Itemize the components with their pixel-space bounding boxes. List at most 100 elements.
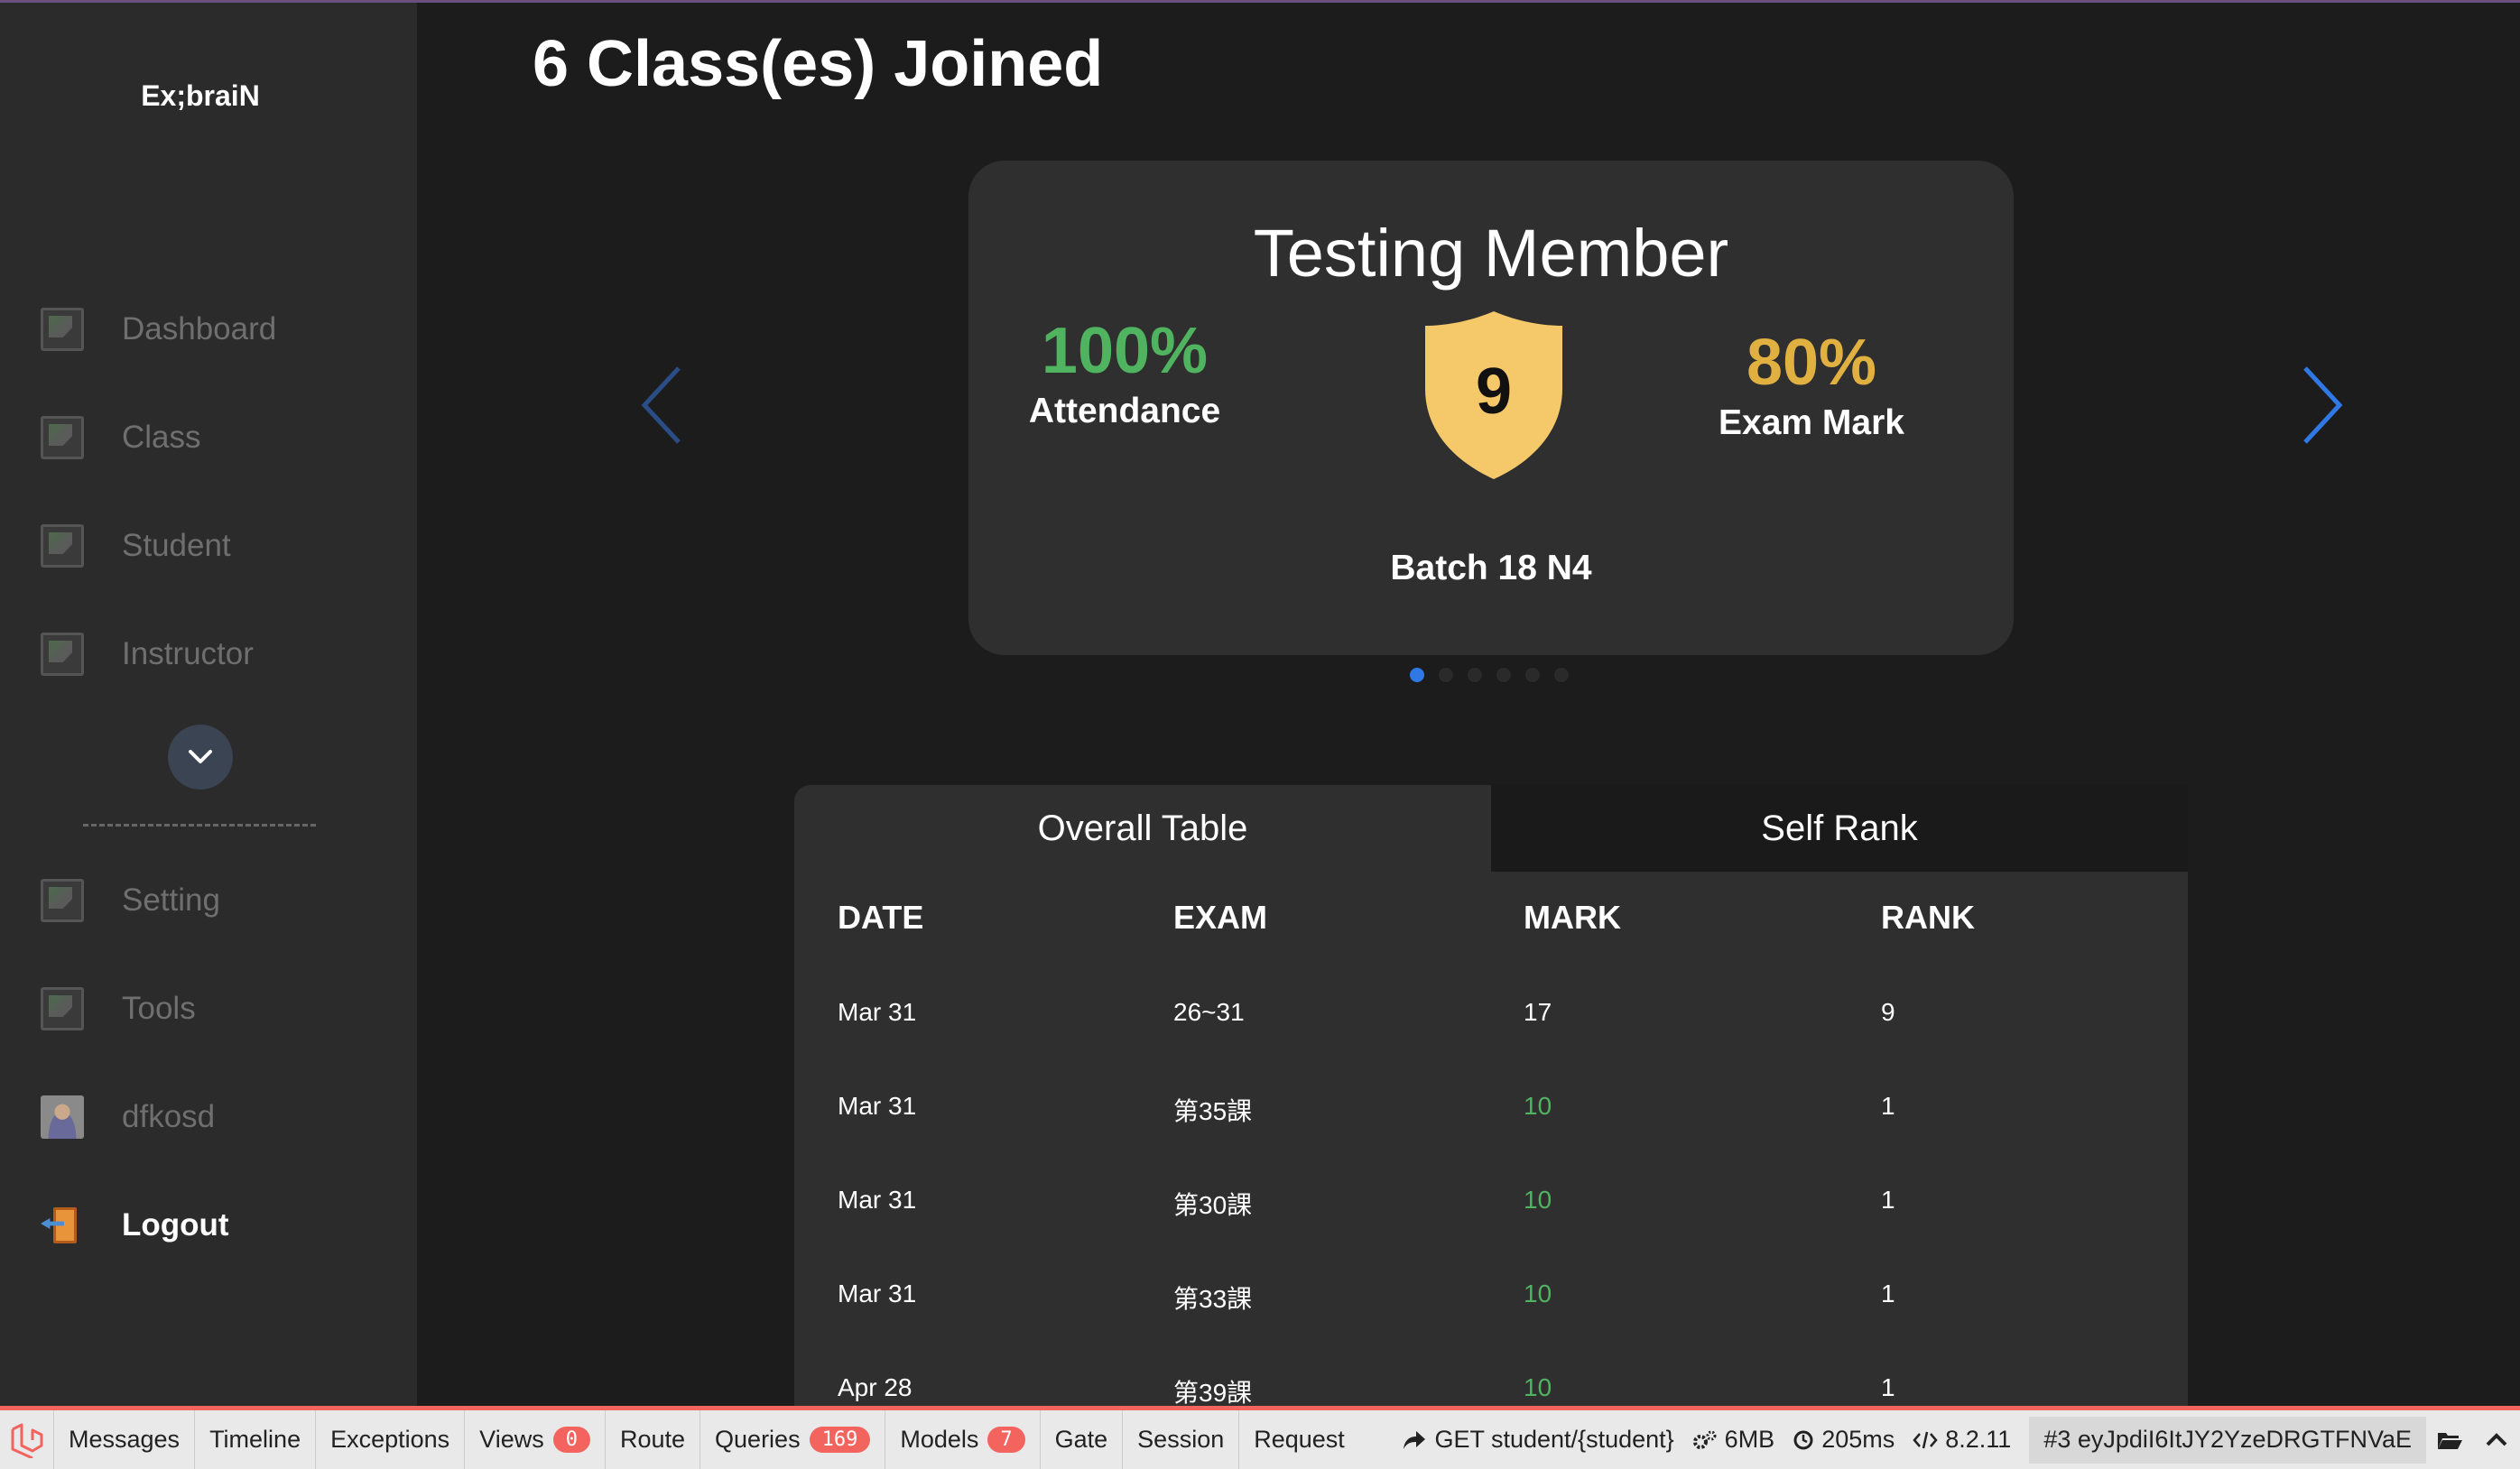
cell-mark: 10 — [1524, 1092, 1552, 1120]
carousel-next-arrow[interactable] — [2293, 365, 2347, 446]
cell-date: Mar 31 — [838, 1186, 917, 1214]
page-title: 6 Class(es) Joined — [533, 28, 1104, 100]
exam-mark-value: 80% — [1746, 327, 1877, 399]
sidebar: Ex;braiN Dashboard Class Student Instruc… — [0, 3, 417, 1406]
logout-label: Logout — [122, 1207, 229, 1243]
sidebar-item-label: Setting — [122, 882, 220, 918]
column-header-date: DATE — [838, 899, 924, 936]
debug-tab-gate[interactable]: Gate — [1041, 1410, 1124, 1469]
cell-exam: 第33課 — [1173, 1285, 1253, 1313]
sidebar-item-label: Tools — [122, 991, 196, 1026]
debug-tab-request[interactable]: Request — [1239, 1410, 1359, 1469]
debug-tab-session[interactable]: Session — [1123, 1410, 1240, 1469]
logout-icon — [41, 1204, 84, 1247]
open-folder-button[interactable] — [2426, 1410, 2473, 1469]
cell-exam: 第30課 — [1173, 1191, 1253, 1219]
table-row[interactable]: Mar 31 第30課 10 1 — [794, 1186, 2188, 1280]
cell-rank: 9 — [1881, 998, 1895, 1026]
carousel-dot[interactable] — [1410, 668, 1424, 682]
sidebar-divider — [83, 824, 316, 827]
carousel-dot[interactable] — [1439, 668, 1453, 682]
table-row[interactable]: Mar 31 第35課 10 1 — [794, 1092, 2188, 1186]
class-name: Testing Member — [1253, 216, 1729, 291]
debug-tab-views[interactable]: Views 0 — [465, 1410, 606, 1469]
debug-tab-route[interactable]: Route — [606, 1410, 701, 1469]
debug-tab-label: Views — [479, 1426, 544, 1453]
attendance-label: Attendance — [1028, 392, 1221, 430]
cell-mark: 10 — [1524, 1280, 1552, 1307]
dashboard-icon — [41, 308, 84, 351]
cell-rank: 1 — [1881, 1186, 1895, 1214]
cell-mark: 17 — [1524, 998, 1552, 1026]
cell-date: Mar 31 — [838, 1280, 917, 1307]
setting-icon — [41, 879, 84, 922]
debug-tab-label: Route — [619, 1426, 686, 1453]
table-row[interactable]: Mar 31 第33課 10 1 — [794, 1280, 2188, 1373]
debug-php-version: 8.2.11 — [1945, 1426, 2012, 1453]
cell-date: Mar 31 — [838, 1092, 917, 1120]
sidebar-item-instructor[interactable]: Instructor — [41, 627, 254, 681]
tab-self-rank[interactable]: Self Rank — [1491, 785, 2188, 872]
sidebar-item-label: Dashboard — [122, 311, 277, 346]
debug-request-id: #3 eyJpdiI6ItJY2YzeDRGTFNVaE — [2043, 1426, 2412, 1453]
share-arrow-icon — [1404, 1430, 1426, 1449]
debug-tab-label: Queries — [715, 1426, 801, 1453]
debug-memory-info[interactable]: 6MB — [1683, 1410, 1784, 1469]
debug-tab-messages[interactable]: Messages — [54, 1410, 196, 1469]
debug-tab-queries[interactable]: Queries 169 — [700, 1410, 886, 1469]
cell-date: Mar 31 — [838, 998, 917, 1026]
cell-rank: 1 — [1881, 1373, 1895, 1401]
debug-route: GET student/{student} — [1434, 1426, 1674, 1453]
carousel-dots — [1410, 668, 1569, 682]
collapse-debugbar-button[interactable] — [2473, 1410, 2520, 1469]
cogs-icon — [1692, 1430, 1717, 1449]
debug-route-info[interactable]: GET student/{student} — [1393, 1410, 1682, 1469]
debug-time: 205ms — [1821, 1426, 1895, 1453]
logout-button[interactable]: Logout — [41, 1198, 229, 1252]
cell-exam: 第35課 — [1173, 1097, 1253, 1125]
debug-tab-label: Exceptions — [330, 1426, 450, 1453]
views-count-badge: 0 — [552, 1427, 590, 1453]
carousel-dot[interactable] — [1496, 668, 1511, 682]
debug-tab-exceptions[interactable]: Exceptions — [316, 1410, 466, 1469]
carousel-prev-arrow[interactable] — [637, 365, 691, 446]
attendance-stat: 100% Attendance — [989, 314, 1260, 431]
sidebar-item-tools[interactable]: Tools — [41, 982, 196, 1036]
avatar — [41, 1095, 84, 1139]
sidebar-item-dashboard[interactable]: Dashboard — [41, 302, 276, 356]
carousel-dot[interactable] — [1468, 668, 1482, 682]
cell-date: Apr 28 — [838, 1373, 913, 1401]
sidebar-item-student[interactable]: Student — [41, 519, 231, 573]
cell-mark: 10 — [1524, 1186, 1552, 1214]
sidebar-item-profile[interactable]: dfkosd — [41, 1090, 215, 1144]
class-summary-card[interactable]: Testing Member 100% Attendance 9 80% Exa… — [968, 161, 2014, 655]
rank-badge-number: 9 — [1475, 356, 1513, 428]
class-icon — [41, 416, 84, 459]
exam-mark-stat: 80% Exam Mark — [1676, 326, 1947, 443]
tools-icon — [41, 987, 84, 1030]
folder-open-icon — [2438, 1432, 2462, 1449]
debug-time-info[interactable]: 205ms — [1783, 1410, 1904, 1469]
laravel-logo-icon[interactable] — [0, 1410, 54, 1469]
debug-request-selector[interactable]: #3 eyJpdiI6ItJY2YzeDRGTFNVaE — [2029, 1416, 2426, 1464]
table-tabs: Overall Table Self Rank — [794, 785, 2188, 872]
debug-php-info[interactable]: 8.2.11 — [1904, 1410, 2020, 1469]
debug-tab-models[interactable]: Models 7 — [885, 1410, 1041, 1469]
carousel-dot[interactable] — [1554, 668, 1569, 682]
chevron-up-icon — [2486, 1432, 2507, 1446]
debug-memory: 6MB — [1724, 1426, 1775, 1453]
sidebar-item-class[interactable]: Class — [41, 411, 201, 465]
carousel-dot[interactable] — [1525, 668, 1540, 682]
table-row[interactable]: Mar 31 26~31 17 9 — [794, 998, 2188, 1092]
batch-label: Batch 18 N4 — [1390, 549, 1592, 587]
tab-overall-table[interactable]: Overall Table — [794, 785, 1491, 872]
instructor-icon — [41, 633, 84, 676]
table-row[interactable]: Apr 28 第39課 10 1 — [794, 1373, 2188, 1406]
queries-count-badge: 169 — [809, 1427, 871, 1453]
app-logo[interactable]: Ex;braiN — [0, 79, 401, 113]
column-header-rank: RANK — [1881, 899, 1975, 936]
debug-tab-timeline[interactable]: Timeline — [195, 1410, 317, 1469]
debug-bar: Messages Timeline Exceptions Views 0 Rout… — [0, 1406, 2520, 1469]
expand-menu-button[interactable] — [168, 725, 233, 790]
sidebar-item-setting[interactable]: Setting — [41, 873, 220, 928]
